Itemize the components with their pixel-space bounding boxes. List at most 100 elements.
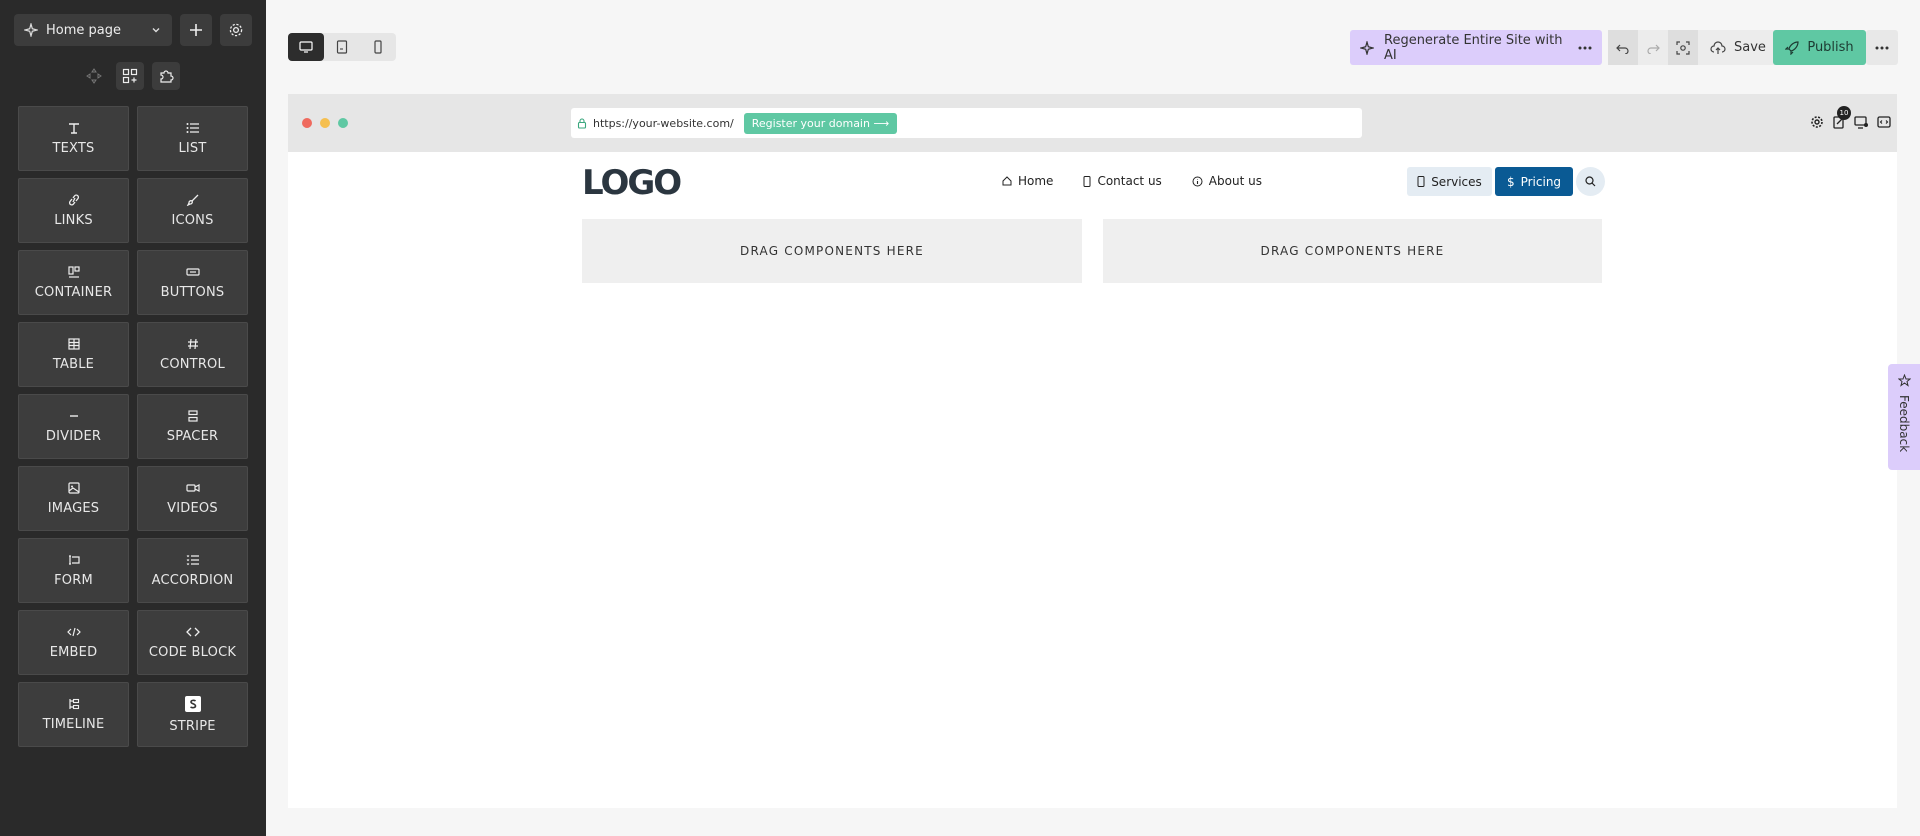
code-icon: [185, 627, 200, 636]
nav-about[interactable]: About us: [1192, 174, 1262, 188]
sidebar: Home page TEXTS LIST LINKS ICONS CONTAIN…: [0, 0, 266, 836]
dropzone-column-1[interactable]: DRAG COMPONENTS HERE: [582, 219, 1082, 283]
search-icon: [1585, 176, 1596, 187]
regenerate-site-button[interactable]: Regenerate Entire Site with AI: [1350, 30, 1602, 65]
more-options-button[interactable]: [1866, 30, 1898, 65]
nav-about-label: About us: [1208, 174, 1262, 188]
component-code-block[interactable]: CODE BLOCK: [137, 610, 248, 675]
move-icon: [86, 68, 102, 84]
maximize-dot: [338, 118, 348, 128]
link-icon: [68, 193, 79, 206]
sidebar-mode-switcher: [80, 62, 180, 90]
component-divider[interactable]: DIVIDER: [18, 394, 129, 459]
pricing-button[interactable]: $ Pricing: [1495, 167, 1573, 196]
page-selector[interactable]: Home page: [14, 14, 172, 46]
services-button[interactable]: Services: [1407, 167, 1492, 196]
text-icon: [68, 122, 79, 134]
page-settings-button[interactable]: [220, 14, 252, 46]
mobile-icon: [374, 40, 382, 54]
register-domain-button[interactable]: Register your domain ⟶: [743, 112, 898, 134]
component-label: CONTAINER: [34, 284, 113, 300]
publish-label: Publish: [1807, 40, 1854, 55]
component-list[interactable]: LIST: [137, 106, 248, 171]
frame-tools: 10: [1810, 106, 1891, 129]
redo-button[interactable]: [1638, 30, 1668, 65]
url-text: https://your-website.com/: [593, 116, 734, 130]
notes-button[interactable]: 10: [1832, 106, 1851, 129]
feedback-tab[interactable]: Feedback: [1888, 364, 1920, 470]
component-texts[interactable]: TEXTS: [18, 106, 129, 171]
site-search-button[interactable]: [1576, 167, 1605, 196]
desktop-icon: [299, 41, 313, 53]
component-icons[interactable]: ICONS: [137, 178, 248, 243]
component-label: DIVIDER: [45, 428, 102, 444]
more-horizontal-icon: [1875, 46, 1889, 49]
sparkle-icon: [1360, 40, 1374, 55]
redo-icon: [1647, 44, 1660, 54]
component-label: TEXTS: [52, 140, 95, 156]
star-icon: [1897, 374, 1911, 387]
component-accordion[interactable]: ACCORDION: [137, 538, 248, 603]
spacer-icon: [187, 409, 198, 422]
component-label: FORM: [54, 572, 93, 588]
undo-button[interactable]: [1608, 30, 1638, 65]
component-label: BUTTONS: [160, 284, 225, 300]
divider-icon: [69, 414, 78, 417]
preview-button[interactable]: [1668, 30, 1698, 65]
publish-button[interactable]: Publish: [1773, 30, 1866, 65]
component-form[interactable]: FORM: [18, 538, 129, 603]
browser-chrome: https://your-website.com/ Register your …: [288, 94, 1897, 152]
mode-layout-button[interactable]: [80, 62, 108, 90]
mode-plugins-button[interactable]: [152, 62, 180, 90]
desktop-view-button[interactable]: [288, 33, 324, 61]
component-table[interactable]: TABLE: [18, 322, 129, 387]
component-stripe[interactable]: STRIPE: [137, 682, 248, 747]
brush-icon: [186, 194, 198, 206]
nav-contact[interactable]: Contact us: [1083, 174, 1162, 188]
preview-frame: https://your-website.com/ Register your …: [288, 94, 1897, 808]
mobile-view-button[interactable]: [360, 33, 396, 61]
component-videos[interactable]: VIDEOS: [137, 466, 248, 531]
component-buttons[interactable]: BUTTONS: [137, 250, 248, 315]
home-icon: [1002, 176, 1012, 186]
feedback-label: Feedback: [1897, 395, 1911, 453]
hash-icon: [187, 338, 198, 349]
puzzle-icon: [160, 70, 174, 83]
component-grid: TEXTS LIST LINKS ICONS CONTAINER BUTTONS…: [18, 106, 248, 747]
cloud-upload-icon: [1710, 40, 1726, 54]
rocket-icon: [1785, 40, 1799, 55]
address-bar[interactable]: https://your-website.com/ Register your …: [571, 108, 1362, 138]
undo-icon: [1616, 44, 1629, 54]
component-spacer[interactable]: SPACER: [137, 394, 248, 459]
component-images[interactable]: IMAGES: [18, 466, 129, 531]
add-page-button[interactable]: [180, 14, 212, 46]
component-timeline[interactable]: TIMELINE: [18, 682, 129, 747]
component-label: ACCORDION: [151, 572, 234, 588]
theme-settings-button[interactable]: [1810, 115, 1824, 129]
regenerate-label: Regenerate Entire Site with AI: [1384, 32, 1563, 63]
dropzone-column-2[interactable]: DRAG COMPONENTS HERE: [1103, 219, 1602, 283]
component-label: CODE BLOCK: [148, 644, 237, 660]
video-icon: [185, 483, 200, 492]
component-container[interactable]: CONTAINER: [18, 250, 129, 315]
device-switcher: [288, 33, 396, 61]
component-label: STRIPE: [169, 718, 216, 734]
logo-text: LOGO: [582, 166, 681, 200]
component-embed[interactable]: EMBED: [18, 610, 129, 675]
phone-icon: [1083, 175, 1091, 187]
mode-components-button[interactable]: [116, 62, 144, 90]
monitor-settings-button[interactable]: [1854, 115, 1869, 129]
more-horizontal-icon[interactable]: [1578, 46, 1592, 50]
code-view-button[interactable]: [1877, 115, 1891, 129]
sparkle-icon: [24, 23, 38, 37]
timeline-icon: [68, 698, 79, 709]
component-label: CONTROL: [160, 356, 225, 372]
component-control[interactable]: CONTROL: [137, 322, 248, 387]
nav-home[interactable]: Home: [1002, 174, 1053, 188]
site-logo[interactable]: LOGO: [582, 166, 712, 200]
tablet-view-button[interactable]: [324, 33, 360, 61]
save-button[interactable]: Save: [1698, 30, 1780, 65]
plus-icon: [190, 24, 202, 36]
container-icon: [67, 265, 80, 278]
component-links[interactable]: LINKS: [18, 178, 129, 243]
